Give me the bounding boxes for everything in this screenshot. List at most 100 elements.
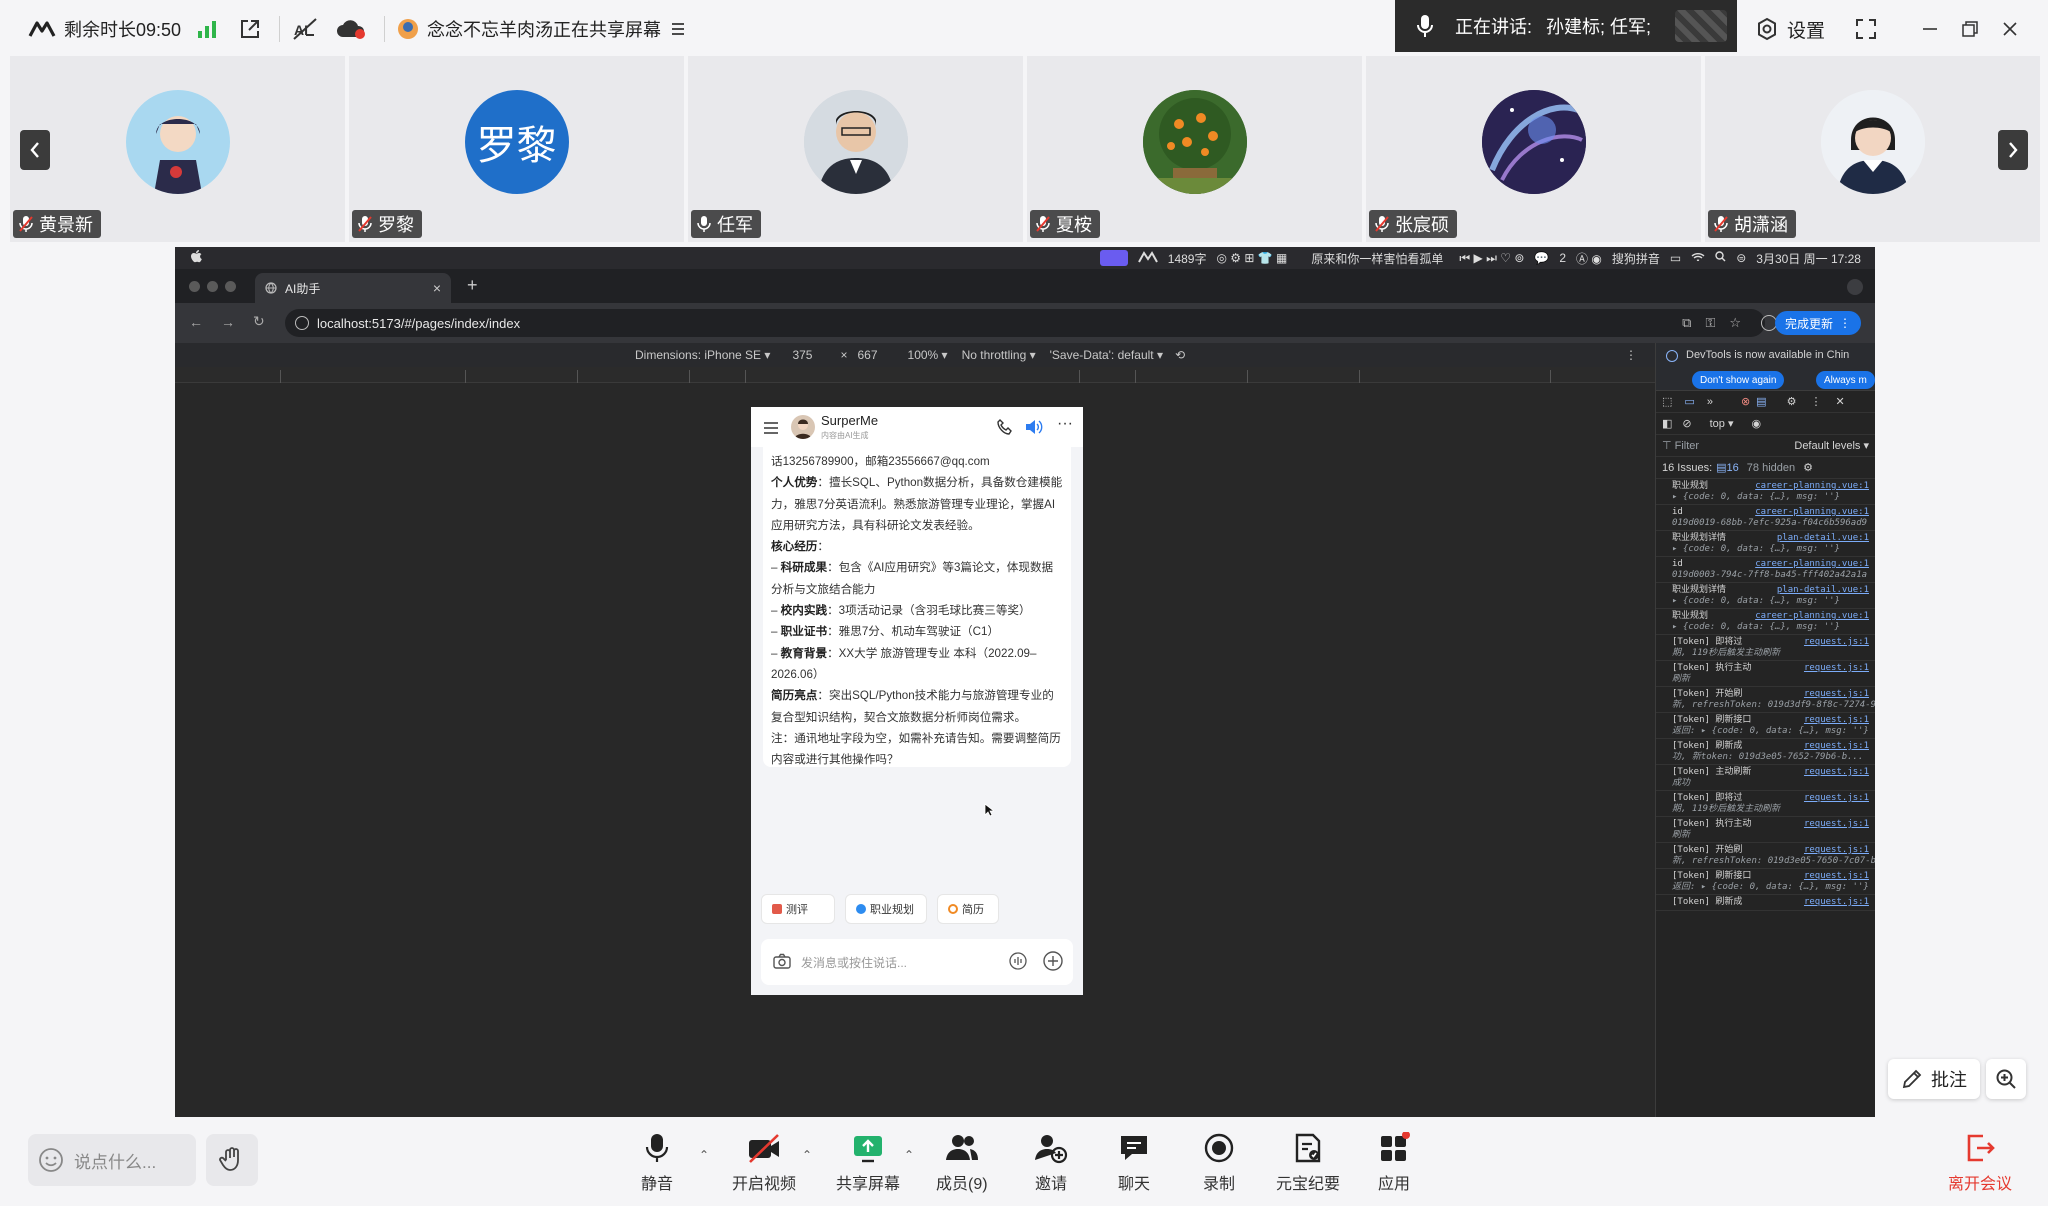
- settings-icon[interactable]: [1755, 17, 1779, 41]
- participant-tile[interactable]: 罗黎 罗黎: [349, 56, 684, 242]
- log-source-link[interactable]: request.js:1: [1804, 637, 1869, 648]
- message-input[interactable]: 发消息或按住说话...: [801, 954, 1001, 971]
- plus-icon[interactable]: [1043, 950, 1063, 974]
- video-options-caret[interactable]: ⌃: [802, 1148, 812, 1162]
- voice-icon[interactable]: [1009, 951, 1027, 973]
- participant-tile[interactable]: 任军: [688, 56, 1023, 242]
- more-icon[interactable]: ···: [1057, 415, 1073, 433]
- camera-icon[interactable]: [773, 953, 791, 972]
- log-source-link[interactable]: request.js:1: [1804, 663, 1869, 674]
- log-source-link[interactable]: career-planning.vue:1: [1755, 507, 1869, 518]
- console-log-entry[interactable]: [Token] 刷新成 request.js:1 功, 新token: 019d3e…: [1656, 739, 1875, 765]
- log-source-link[interactable]: request.js:1: [1804, 793, 1869, 804]
- log-source-link[interactable]: request.js:1: [1804, 897, 1869, 908]
- new-tab-button[interactable]: +: [467, 275, 478, 296]
- log-detail[interactable]: ▸ {code: 0, data: {…}, msg: ''}: [1672, 596, 1871, 607]
- message-badge[interactable]: ▤: [1756, 395, 1766, 408]
- leave-meeting-button[interactable]: 离开会议: [1948, 1132, 2012, 1194]
- signal-icon[interactable]: [197, 20, 217, 38]
- console-log-entry[interactable]: [Token] 主动刷新 request.js:1 成功: [1656, 765, 1875, 791]
- inspect-icon[interactable]: ⬚: [1662, 395, 1672, 408]
- cloud-record-icon[interactable]: [336, 18, 366, 40]
- word-count[interactable]: 1489字: [1168, 250, 1207, 267]
- log-source-link[interactable]: request.js:1: [1804, 715, 1869, 726]
- devtools-settings-icon[interactable]: ⚙: [1787, 395, 1797, 408]
- control-center-icon[interactable]: ⊜: [1736, 251, 1746, 265]
- console-log-entry[interactable]: [Token] 执行主动 request.js:1 刷新: [1656, 661, 1875, 687]
- device-select[interactable]: Dimensions: iPhone SE ▾: [635, 348, 770, 362]
- context-select[interactable]: top ▾: [1710, 417, 1734, 430]
- log-source-link[interactable]: request.js:1: [1804, 689, 1869, 700]
- console-log-entry[interactable]: 职业规划详情 plan-detail.vue:1 ▸ {code: 0, data:…: [1656, 531, 1875, 557]
- status-icon[interactable]: ◎ ⚙ ⊞ 👕 ▦: [1216, 251, 1287, 265]
- settings-button[interactable]: 设置: [1787, 16, 1825, 43]
- toolbar-icons[interactable]: ⧉⚿☆: [1682, 315, 1755, 331]
- log-detail[interactable]: 期, 119秒后触发主动刷新: [1672, 804, 1871, 815]
- log-detail[interactable]: 返回: ▸ {code: 0, data: {…}, msg: ''}: [1672, 726, 1871, 737]
- console-log-entry[interactable]: [Token] 刷新接口 request.js:1 返回: ▸ {code: 0, …: [1656, 869, 1875, 895]
- window-zoom-dot[interactable]: [225, 281, 236, 292]
- console-log-entry[interactable]: id career-planning.vue:1 019d0019-68bb-7ef…: [1656, 505, 1875, 531]
- log-source-link[interactable]: request.js:1: [1804, 767, 1869, 778]
- update-button[interactable]: 完成更新 ⋮: [1774, 311, 1861, 335]
- menu-icon[interactable]: [763, 421, 779, 439]
- log-detail[interactable]: 期, 119秒后触发主动刷新: [1672, 648, 1871, 659]
- console-log-entry[interactable]: [Token] 即将过 request.js:1 期, 119秒后触发主动刷新: [1656, 635, 1875, 661]
- log-source-link[interactable]: request.js:1: [1804, 819, 1869, 830]
- console-log-entry[interactable]: [Token] 执行主动 request.js:1 刷新: [1656, 817, 1875, 843]
- log-source-link[interactable]: request.js:1: [1804, 871, 1869, 882]
- zoom-button[interactable]: [1986, 1059, 2026, 1099]
- record-button[interactable]: 录制: [1203, 1132, 1235, 1194]
- console-log-entry[interactable]: [Token] 刷新成 request.js:1: [1656, 895, 1875, 911]
- eye-icon[interactable]: ◉: [1752, 417, 1762, 430]
- levels-select[interactable]: Default levels ▾: [1794, 439, 1869, 452]
- status-icon[interactable]: Ⓐ ◉: [1576, 250, 1602, 267]
- devtools-close-icon[interactable]: ✕: [1835, 395, 1844, 408]
- annotate-button[interactable]: 批注: [1888, 1059, 1980, 1099]
- device-mode-icon[interactable]: ▭: [1684, 395, 1694, 408]
- console-log-entry[interactable]: 职业规划 career-planning.vue:1 ▸ {code: 0, dat…: [1656, 609, 1875, 635]
- chip-resume[interactable]: 简历: [937, 894, 999, 924]
- prev-page-button[interactable]: [20, 130, 50, 170]
- battery-icon[interactable]: ▭: [1670, 251, 1681, 265]
- browser-tab[interactable]: AI助手 ×: [255, 273, 451, 303]
- log-detail[interactable]: 019d0019-68bb-7efc-925a-f04c6b596ad9: [1672, 518, 1871, 529]
- save-data-select[interactable]: 'Save-Data': default ▾: [1050, 348, 1163, 362]
- console-log-entry[interactable]: id career-planning.vue:1 019d0003-794c-7ff…: [1656, 557, 1875, 583]
- window-minimize-dot[interactable]: [207, 281, 218, 292]
- back-icon[interactable]: ←: [189, 314, 203, 330]
- log-detail[interactable]: 刷新: [1672, 830, 1871, 841]
- mute-button[interactable]: 静音: [641, 1132, 673, 1194]
- log-detail[interactable]: ▸ {code: 0, data: {…}, msg: ''}: [1672, 622, 1871, 633]
- tab-close-icon[interactable]: ×: [433, 280, 441, 296]
- throttle-select[interactable]: No throttling ▾: [962, 348, 1036, 362]
- log-source-link[interactable]: request.js:1: [1804, 741, 1869, 752]
- width-input[interactable]: 375: [792, 348, 812, 362]
- console-log-entry[interactable]: [Token] 刷新接口 request.js:1 返回: ▸ {code: 0, …: [1656, 713, 1875, 739]
- chat-button[interactable]: 聊天: [1118, 1132, 1150, 1194]
- apps-button[interactable]: 应用: [1378, 1132, 1410, 1194]
- close-icon[interactable]: [2001, 20, 2019, 38]
- log-detail[interactable]: 刷新: [1672, 674, 1871, 685]
- console-log-entry[interactable]: 职业规划 career-planning.vue:1 ▸ {code: 0, dat…: [1656, 479, 1875, 505]
- quick-chat-input[interactable]: 说点什么...: [28, 1134, 196, 1186]
- video-button[interactable]: 开启视频: [732, 1132, 796, 1194]
- log-detail[interactable]: 新, refreshToken: 019d3df9-8f8c-7274-9...: [1672, 700, 1875, 711]
- log-source-link[interactable]: career-planning.vue:1: [1755, 481, 1869, 492]
- log-source-link[interactable]: plan-detail.vue:1: [1777, 533, 1869, 544]
- log-detail[interactable]: 功, 新token: 019d3e05-7652-79b6-b...: [1672, 752, 1871, 763]
- phone-call-icon[interactable]: [997, 419, 1013, 440]
- issues-row[interactable]: 16 Issues: ▤ 16 78 hidden ⚙: [1656, 457, 1875, 479]
- console-log-entry[interactable]: [Token] 开始刷 request.js:1 新, refreshToken: …: [1656, 843, 1875, 869]
- raise-hand-button[interactable]: [206, 1134, 258, 1186]
- log-detail[interactable]: ▸ {code: 0, data: {…}, msg: ''}: [1672, 544, 1871, 555]
- speaker-icon[interactable]: [1025, 419, 1043, 440]
- log-detail[interactable]: 新, refreshToken: 019d3e05-7650-7c07-b...: [1672, 856, 1875, 867]
- media-controls[interactable]: ⏮ ▶ ⏭ ♡ ⊚: [1459, 251, 1524, 266]
- log-source-link[interactable]: request.js:1: [1804, 845, 1869, 856]
- sidebar-toggle-icon[interactable]: ◧: [1662, 417, 1672, 430]
- input-method[interactable]: 搜狗拼音: [1612, 250, 1660, 267]
- wechat-icon[interactable]: 💬: [1534, 251, 1549, 265]
- clear-console-icon[interactable]: ⊘: [1682, 417, 1691, 430]
- summary-button[interactable]: 元宝纪要: [1276, 1132, 1340, 1194]
